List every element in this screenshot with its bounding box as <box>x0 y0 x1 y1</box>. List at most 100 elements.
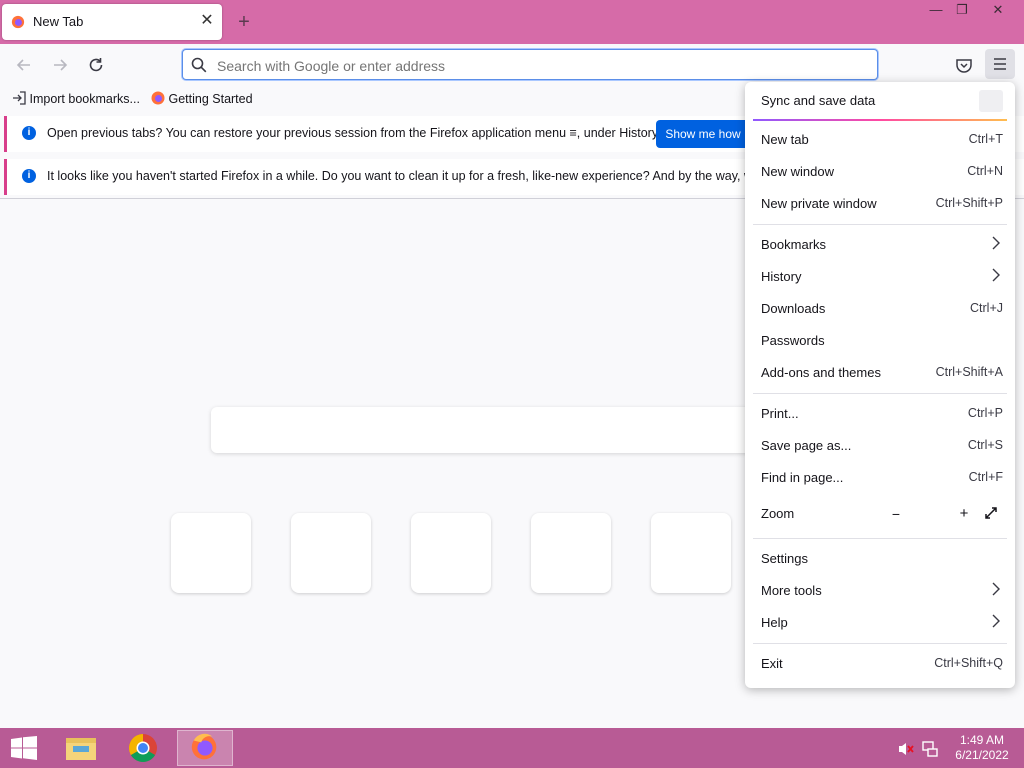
system-clock[interactable]: 1:49 AM 6/21/2022 <box>950 733 1014 763</box>
reload-icon[interactable] <box>85 54 107 76</box>
chevron-right-icon <box>992 582 1000 596</box>
chrome-icon <box>129 734 157 762</box>
new-tab-button[interactable]: + <box>234 10 254 34</box>
zoom-in-button[interactable]: + <box>953 503 975 525</box>
top-site-tile[interactable] <box>171 513 251 593</box>
pocket-icon[interactable] <box>954 55 974 75</box>
menu-sync[interactable]: Sync and save data <box>761 88 1003 114</box>
menu-label: Print... <box>761 406 799 421</box>
firefox-icon <box>11 15 25 29</box>
menu-exit[interactable]: Exit Ctrl+Shift+Q <box>761 651 1003 677</box>
taskbar-file-explorer[interactable] <box>53 730 109 766</box>
menu-help[interactable]: Help <box>761 610 1003 636</box>
import-icon <box>13 91 26 105</box>
bookmark-getting-started[interactable]: Getting Started <box>151 91 253 106</box>
menu-save-page[interactable]: Save page as... Ctrl+S <box>761 433 1003 459</box>
menu-label: Exit <box>761 656 783 671</box>
clock-time: 1:49 AM <box>959 733 1005 747</box>
menu-label: Passwords <box>761 333 825 348</box>
menu-shortcut: Ctrl+Shift+Q <box>934 656 1003 670</box>
menu-shortcut: Ctrl+S <box>967 438 1003 452</box>
menu-separator <box>753 538 1007 539</box>
menu-shortcut: Ctrl+Shift+P <box>935 196 1003 210</box>
bookmark-import[interactable]: Import bookmarks... <box>12 91 140 106</box>
search-input[interactable] <box>215 55 859 76</box>
taskbar-chrome[interactable] <box>115 730 171 766</box>
info-icon: i <box>22 126 36 140</box>
menu-new-private-window[interactable]: New private window Ctrl+Shift+P <box>761 191 1003 217</box>
menu-label: Settings <box>761 551 808 566</box>
menu-label: New private window <box>761 196 877 211</box>
account-avatar <box>979 90 1003 112</box>
taskbar-firefox[interactable] <box>177 730 233 766</box>
menu-label: Help <box>761 615 788 630</box>
menu-label: Zoom <box>761 506 795 521</box>
back-icon[interactable] <box>13 54 35 76</box>
menu-shortcut: Ctrl+Shift+A <box>935 365 1003 379</box>
top-site-tile[interactable] <box>531 513 611 593</box>
sync-divider <box>753 119 1007 121</box>
menu-find-in-page[interactable]: Find in page... Ctrl+F <box>761 465 1003 491</box>
top-site-tile[interactable] <box>651 513 731 593</box>
menu-new-tab[interactable]: New tab Ctrl+T <box>761 127 1003 153</box>
chevron-right-icon <box>992 268 1000 282</box>
search-icon <box>191 57 207 73</box>
chevron-right-icon <box>992 614 1000 628</box>
windows-start-icon[interactable] <box>10 736 38 760</box>
tab-new-tab[interactable]: New Tab ✕ <box>2 4 222 40</box>
menu-shortcut: Ctrl+P <box>967 406 1003 420</box>
zoom-out-button[interactable]: − <box>885 503 907 525</box>
network-icon[interactable] <box>921 740 939 758</box>
menu-separator <box>753 393 1007 394</box>
menu-downloads[interactable]: Downloads Ctrl+J <box>761 296 1003 322</box>
clock-date: 6/21/2022 <box>955 748 1009 762</box>
menu-label: Save page as... <box>761 438 852 453</box>
nav-toolbar <box>0 44 1024 86</box>
page-search-box[interactable] <box>211 407 771 453</box>
menu-shortcut: Ctrl+T <box>968 132 1003 146</box>
menu-separator <box>753 643 1007 644</box>
menu-bookmarks[interactable]: Bookmarks <box>761 232 1003 258</box>
menu-passwords[interactable]: Passwords <box>761 328 1003 354</box>
menu-label: Sync and save data <box>761 93 876 108</box>
menu-shortcut: Ctrl+N <box>967 164 1003 178</box>
info-icon: i <box>22 169 36 183</box>
top-site-tile[interactable] <box>411 513 491 593</box>
menu-print[interactable]: Print... Ctrl+P <box>761 401 1003 427</box>
tab-title: New Tab <box>33 14 84 29</box>
volume-muted-icon[interactable] <box>897 741 915 757</box>
restore-button[interactable]: ❐ <box>947 0 977 22</box>
menu-shortcut: Ctrl+J <box>970 301 1003 315</box>
menu-label: Bookmarks <box>761 237 827 252</box>
menu-more-tools[interactable]: More tools <box>761 578 1003 604</box>
menu-history[interactable]: History <box>761 264 1003 290</box>
menu-label: New tab <box>761 132 809 147</box>
tab-close-icon[interactable]: ✕ <box>198 12 216 30</box>
hamburger-menu-icon <box>994 58 1006 70</box>
top-site-tile[interactable] <box>291 513 371 593</box>
fullscreen-icon[interactable] <box>983 505 999 521</box>
menu-addons-themes[interactable]: Add-ons and themes Ctrl+Shift+A <box>761 360 1003 386</box>
menu-new-window[interactable]: New window Ctrl+N <box>761 159 1003 185</box>
bookmark-label: Import bookmarks... <box>29 92 140 106</box>
firefox-icon <box>191 733 217 760</box>
forward-icon[interactable] <box>49 54 71 76</box>
chevron-right-icon <box>992 236 1000 250</box>
notice-message: It looks like you haven't started Firefo… <box>47 169 787 183</box>
show-me-how-button[interactable]: Show me how <box>656 120 750 148</box>
menu-settings[interactable]: Settings <box>761 546 1003 572</box>
address-bar[interactable] <box>182 49 878 80</box>
menu-label: Find in page... <box>761 470 844 485</box>
menu-label: Add-ons and themes <box>761 365 881 380</box>
app-menu-button[interactable] <box>985 49 1015 79</box>
menu-separator <box>753 224 1007 225</box>
close-window-button[interactable]: ✕ <box>983 0 1013 22</box>
menu-zoom: Zoom − + <box>761 501 1003 527</box>
menu-shortcut: Ctrl+F <box>968 470 1003 484</box>
notice-message: Open previous tabs? You can restore your… <box>47 126 661 140</box>
menu-label: History <box>761 269 802 284</box>
bookmark-label: Getting Started <box>168 92 253 106</box>
firefox-icon <box>151 91 165 105</box>
folder-icon <box>66 738 96 760</box>
menu-label: Downloads <box>761 301 826 316</box>
